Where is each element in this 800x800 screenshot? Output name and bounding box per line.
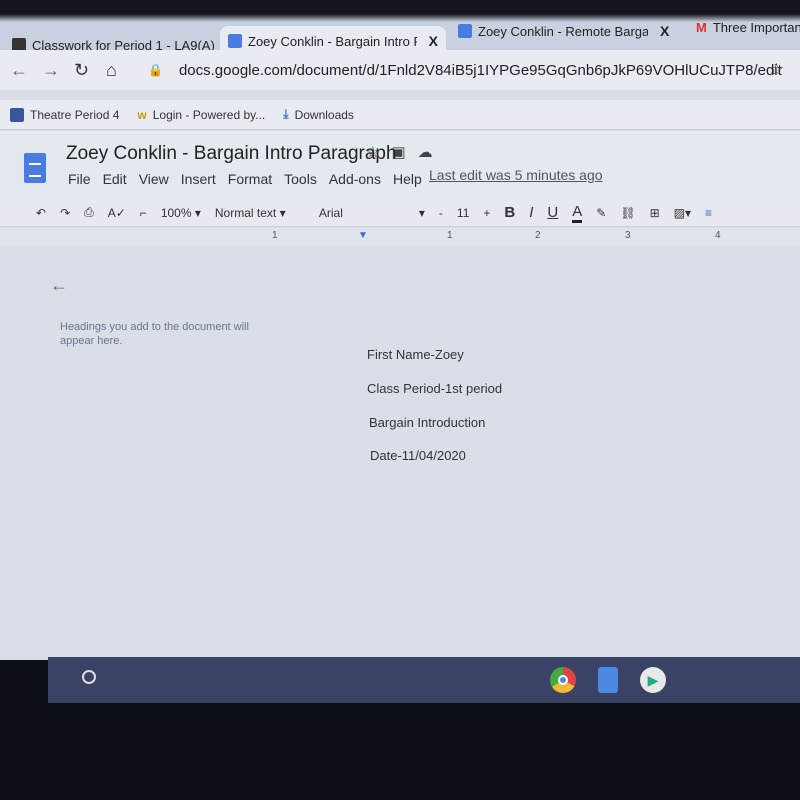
docs-header: Zoey Conklin - Bargain Intro Paragraph ☆… bbox=[0, 131, 800, 199]
bookmark-label: Login - Powered by... bbox=[152, 107, 266, 122]
document-title[interactable]: Zoey Conklin - Bargain Intro Paragraph bbox=[66, 143, 397, 165]
zoom-value: 100% bbox=[160, 205, 192, 220]
menu-view[interactable]: View bbox=[139, 171, 169, 187]
docs-app-icon[interactable] bbox=[598, 667, 618, 693]
chromeos-shelf: ▶ bbox=[48, 657, 800, 703]
close-icon[interactable]: X bbox=[429, 33, 438, 49]
body-line[interactable]: Date-11/04/2020 bbox=[370, 448, 466, 463]
decrease-size-button[interactable]: - bbox=[439, 206, 443, 220]
highlight-icon[interactable]: ✎ bbox=[596, 206, 606, 220]
ruler-tick: 2 bbox=[535, 230, 541, 241]
style-value: Normal text bbox=[214, 205, 277, 220]
bookmark-login[interactable]: w Login - Powered by... bbox=[137, 108, 265, 122]
increase-size-button[interactable]: + bbox=[483, 206, 490, 220]
home-icon[interactable]: ⌂ bbox=[106, 60, 128, 81]
ruler-tick: 1 bbox=[272, 230, 278, 241]
menu-tools[interactable]: Tools bbox=[284, 171, 317, 187]
tab-title: Zoey Conklin - Remote Bargain C bbox=[478, 23, 648, 39]
menu-addons[interactable]: Add-ons bbox=[329, 171, 381, 187]
chrome-icon[interactable] bbox=[550, 667, 576, 693]
play-store-icon[interactable]: ▶ bbox=[640, 667, 666, 693]
back-icon[interactable]: ← bbox=[10, 60, 32, 81]
align-left-icon[interactable]: ≡ bbox=[705, 206, 712, 220]
menu-help[interactable]: Help bbox=[393, 171, 422, 187]
bookmark-label: Downloads bbox=[294, 107, 354, 122]
body-line[interactable]: Bargain Introduction bbox=[369, 415, 485, 430]
docs-icon bbox=[228, 34, 242, 48]
undo-icon[interactable]: ↶ bbox=[36, 206, 46, 220]
bookmark-downloads[interactable]: ⤓ Downloads bbox=[283, 107, 354, 122]
indent-marker-icon[interactable]: ▼ bbox=[358, 230, 368, 241]
menu-bar: File Edit View Insert Format Tools Add-o… bbox=[68, 171, 422, 187]
comment-icon[interactable]: ⊞ bbox=[650, 206, 660, 220]
w-icon: w bbox=[137, 107, 147, 122]
last-edit-link[interactable]: Last edit was 5 minutes ago bbox=[429, 167, 603, 183]
gmail-icon: M bbox=[696, 19, 707, 35]
document-area: ← Headings you add to the document will … bbox=[0, 245, 800, 657]
menu-format[interactable]: Format bbox=[228, 171, 272, 187]
cloud-status-icon[interactable]: ☁ bbox=[418, 144, 445, 161]
outline-hint: Headings you add to the document will ap… bbox=[60, 321, 249, 347]
ruler-tick: 4 bbox=[715, 230, 721, 241]
ruler-tick: 1 bbox=[447, 230, 453, 241]
tab-title: Three Importan bbox=[712, 19, 800, 35]
download-icon: ⤓ bbox=[283, 107, 289, 121]
menu-edit[interactable]: Edit bbox=[103, 171, 127, 187]
menu-file[interactable]: File bbox=[68, 171, 91, 187]
lock-icon: 🔒 bbox=[148, 63, 163, 77]
image-icon[interactable]: ▨▾ bbox=[674, 206, 691, 220]
tab-remote-bargain[interactable]: Zoey Conklin - Remote Bargain C X bbox=[450, 16, 680, 46]
close-icon[interactable]: X bbox=[660, 23, 669, 39]
text-color-button[interactable]: A bbox=[572, 203, 583, 223]
underline-button[interactable]: U bbox=[547, 204, 558, 221]
paint-format-icon[interactable]: ⌐ bbox=[140, 206, 147, 220]
ruler[interactable]: 1 ▼ 1 2 3 4 bbox=[0, 228, 800, 245]
print-icon[interactable]: ⎙ bbox=[84, 205, 94, 220]
close-outline-icon[interactable]: ← bbox=[50, 275, 68, 296]
font-select[interactable]: Arial bbox=[319, 206, 405, 220]
menu-insert[interactable]: Insert bbox=[181, 171, 216, 187]
toolbar: ↶ ↷ ⎙ A✓ ⌐ 100% ▾ Normal text ▾ Arial ▾ … bbox=[0, 199, 800, 227]
bookmark-label: Theatre Period 4 bbox=[30, 107, 120, 122]
screen: Classwork for Period 1 - LA9(A)X Zoey Co… bbox=[0, 0, 800, 660]
move-folder-icon[interactable]: ▣ bbox=[391, 144, 417, 161]
italic-button[interactable]: I bbox=[529, 204, 533, 221]
docs-logo-icon[interactable] bbox=[24, 153, 46, 183]
bookmark-star-icon[interactable]: ☆ bbox=[769, 60, 784, 80]
url-input[interactable]: docs.google.com/document/d/1Fnld2V84iB5j… bbox=[179, 62, 782, 79]
forms-icon bbox=[10, 107, 24, 122]
spellcheck-icon[interactable]: A✓ bbox=[108, 206, 126, 220]
style-select[interactable]: Normal text ▾ bbox=[215, 206, 305, 220]
bookmark-theatre[interactable]: Theatre Period 4 bbox=[10, 107, 120, 122]
tab-gmail[interactable]: M Three Importan bbox=[688, 12, 800, 42]
ruler-tick: 3 bbox=[625, 230, 631, 241]
body-line[interactable]: First Name-Zoey bbox=[367, 347, 464, 362]
tab-title: Zoey Conklin - Bargain Intro Par bbox=[248, 33, 417, 49]
chevron-down-icon[interactable]: ▾ bbox=[419, 206, 425, 220]
zoom-select[interactable]: 100% ▾ bbox=[161, 206, 201, 220]
font-size-input[interactable]: 11 bbox=[457, 206, 469, 220]
reload-icon[interactable]: ↻ bbox=[74, 60, 96, 81]
address-bar-row: ← → ↻ ⌂ 🔒 docs.google.com/document/d/1Fn… bbox=[0, 50, 800, 90]
bold-button[interactable]: B bbox=[504, 204, 515, 221]
link-icon[interactable]: ⛓ bbox=[620, 206, 635, 220]
bookmarks-bar: Theatre Period 4 w Login - Powered by... … bbox=[0, 100, 800, 130]
redo-icon[interactable]: ↷ bbox=[60, 206, 70, 220]
docs-icon bbox=[458, 24, 472, 38]
font-value: Arial bbox=[318, 205, 343, 220]
launcher-icon[interactable] bbox=[82, 670, 96, 684]
star-icon[interactable]: ☆ bbox=[366, 144, 391, 161]
body-line[interactable]: Class Period-1st period bbox=[367, 381, 502, 396]
forward-icon[interactable]: → bbox=[42, 60, 64, 81]
